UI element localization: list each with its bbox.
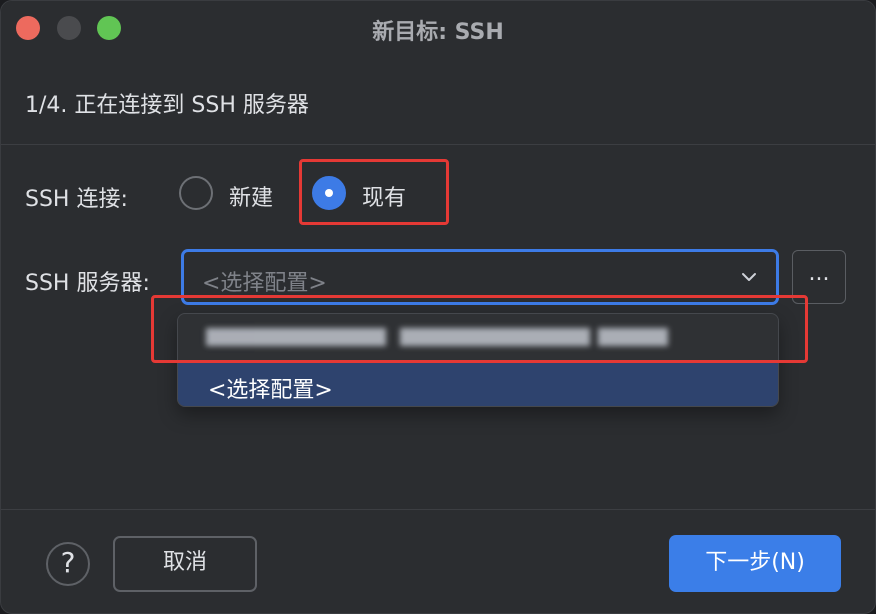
ssh-server-placeholder: <选择配置>	[202, 271, 327, 296]
new-connection-label[interactable]: 新建	[229, 180, 273, 212]
ssh-server-label: SSH 服务器:	[25, 271, 150, 296]
dropdown-item-select-config[interactable]: <选择配置>	[178, 360, 778, 406]
ssh-server-select[interactable]: <选择配置>	[181, 249, 779, 305]
next-button[interactable]: 下一步(N)	[669, 535, 841, 592]
window-title: 新目标: SSH	[372, 20, 504, 45]
title-bar: 新目标: SSH	[1, 1, 875, 55]
step-title: 1/4. 正在连接到 SSH 服务器	[25, 93, 309, 118]
existing-connection-label[interactable]: 现有	[362, 180, 406, 212]
blurred-server-name	[206, 328, 386, 346]
help-button[interactable]: ?	[46, 542, 90, 586]
new-target-ssh-dialog: 新目标: SSH 1/4. 正在连接到 SSH 服务器 SSH 连接: 新建 现…	[0, 0, 876, 614]
browse-configs-button[interactable]: ...	[792, 250, 846, 304]
wizard-step-header: 1/4. 正在连接到 SSH 服务器	[1, 55, 875, 145]
ssh-connection-label: SSH 连接:	[25, 187, 128, 212]
dropdown-item-select-config-label: <选择配置>	[208, 378, 333, 403]
dropdown-item-existing-server[interactable]	[178, 314, 778, 360]
footer-divider	[1, 509, 875, 510]
blurred-server-port	[598, 328, 668, 346]
new-connection-radio[interactable]	[179, 176, 213, 210]
chevron-down-icon[interactable]	[740, 268, 758, 286]
existing-connection-radio[interactable]	[312, 176, 346, 210]
cancel-button[interactable]: 取消	[113, 536, 257, 592]
server-dropdown-list: <选择配置>	[177, 313, 779, 407]
blurred-server-address	[400, 328, 590, 346]
